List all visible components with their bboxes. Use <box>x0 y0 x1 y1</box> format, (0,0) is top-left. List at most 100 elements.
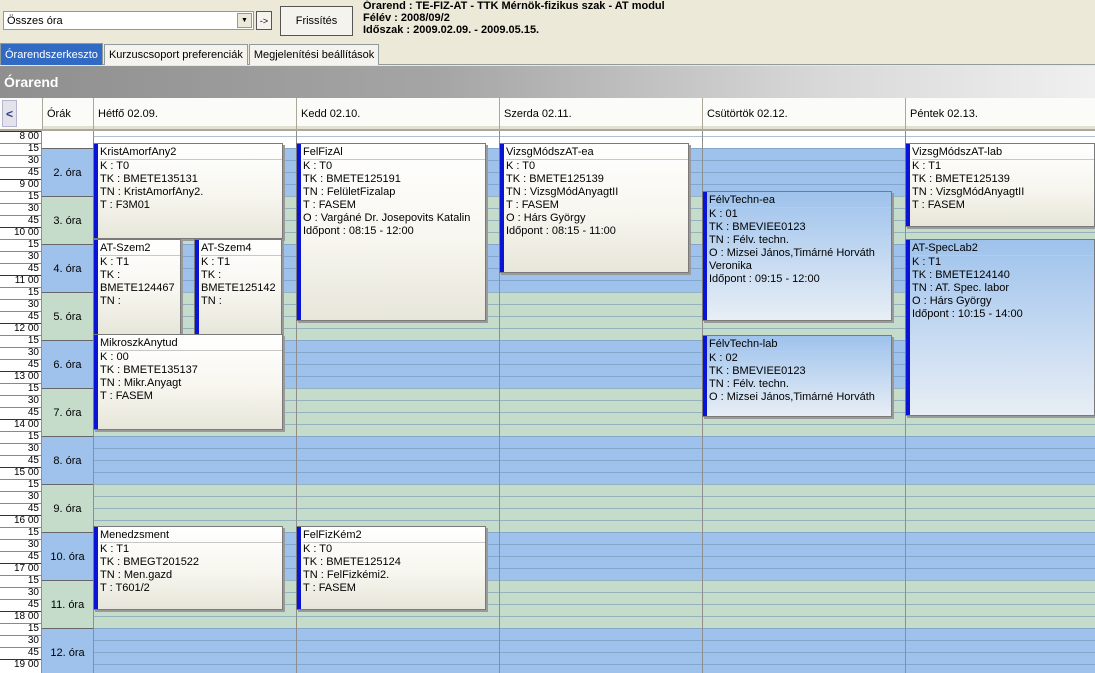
event-marker <box>94 335 98 429</box>
event-detail: TK : BMETE125124 <box>303 556 401 568</box>
event-detail: O : Vargáné Dr. Josepovits Katalin <box>303 212 471 224</box>
filter-dropdown[interactable]: Összes óra ▼ <box>3 11 254 30</box>
event-detail: T : FASEM <box>100 390 153 402</box>
lesson-label: 9. óra <box>42 484 93 532</box>
day-header-wednesday: Szerda 02.11. <box>499 98 702 129</box>
slot-line <box>94 628 1095 629</box>
tab-timetable-editor[interactable]: Órarendszerkeszto <box>0 43 103 65</box>
time-label: 9 00 <box>0 179 41 191</box>
event-card[interactable]: FélvTechn-lab K : 02 TK : BMEVIEE0123 TN : … <box>702 335 892 417</box>
time-label: 15 <box>0 623 41 635</box>
event-title: AT-Szem4 <box>201 240 281 256</box>
slot-line <box>94 496 1095 497</box>
event-detail: TN : <box>100 295 121 307</box>
event-marker <box>94 527 98 609</box>
event-marker <box>500 144 504 272</box>
event-detail: K : T1 <box>100 256 130 268</box>
event-detail: K : T0 <box>303 543 333 555</box>
time-label: 45 <box>0 359 41 371</box>
event-marker <box>297 527 301 609</box>
time-label: 45 <box>0 599 41 611</box>
event-title: FélvTechn-ea <box>709 192 891 208</box>
event-card[interactable]: FelFizAl K : T0 TK : BMETE125191 TN : Felül… <box>296 143 486 321</box>
event-detail: TK : <box>201 269 222 281</box>
event-card[interactable]: Menedzsment K : T1 TK : BMEGT201522 TN : Me… <box>93 526 283 610</box>
grid-header: < Órák Hétfő 02.09. Kedd 02.10. Szerda 0… <box>0 98 1095 131</box>
event-card[interactable]: AT-Szem4 K : T1 TK : BMETE125142 TN : <box>194 239 282 335</box>
event-card[interactable]: KristAmorfAny2 K : T0 TK : BMETE135131 TN :… <box>93 143 283 239</box>
event-detail: TK : BMETE135131 <box>100 173 198 185</box>
event-card[interactable]: AT-Szem2 K : T1 TK : BMETE124467 TN : <box>93 239 181 335</box>
event-detail: TN : <box>201 295 222 307</box>
time-label: 15 <box>0 143 41 155</box>
event-detail: T : T601/2 <box>100 582 150 594</box>
time-label: 15 <box>0 383 41 395</box>
toolbar: Összes óra ▼ -> Frissítés Órarend : TE-F… <box>0 0 1095 42</box>
time-label: 18 00 <box>0 611 41 623</box>
slot-line <box>94 652 1095 653</box>
event-marker <box>297 144 301 320</box>
event-detail: K : T0 <box>100 160 130 172</box>
time-label: 45 <box>0 455 41 467</box>
event-marker <box>94 144 98 238</box>
timetable-info: Órarend : TE-FIZ-AT - TTK Mérnök-fizikus… <box>363 0 665 36</box>
time-label: 19 00 <box>0 659 41 671</box>
time-label: 45 <box>0 263 41 275</box>
time-label: 15 <box>0 335 41 347</box>
event-detail: Veronika <box>709 260 752 272</box>
tab-display-settings[interactable]: Megjelenítési beállítások <box>248 44 380 65</box>
lesson-label: 3. óra <box>42 196 93 244</box>
event-card[interactable]: VizsgMódszAT-ea K : T0 TK : BMETE125139 TN … <box>499 143 689 273</box>
time-label: 45 <box>0 215 41 227</box>
event-detail: TK : <box>100 269 121 281</box>
filter-value: Összes óra <box>7 14 63 27</box>
event-card[interactable]: MikroszkAnytud K : 00 TK : BMETE135137 TN :… <box>93 334 283 430</box>
event-card[interactable]: AT-SpecLab2 K : T1 TK : BMETE124140 TN : AT… <box>905 239 1095 416</box>
event-title: AT-SpecLab2 <box>912 240 1094 256</box>
lesson-label: 6. óra <box>42 340 93 388</box>
tab-bar: Órarendszerkeszto Kurzuscsoport preferen… <box>0 43 1095 65</box>
lesson-label: 8. óra <box>42 436 93 484</box>
slot-line <box>94 664 1095 665</box>
event-detail: K : T0 <box>506 160 536 172</box>
event-marker <box>195 240 199 334</box>
time-label: 30 <box>0 587 41 599</box>
time-label: 30 <box>0 251 41 263</box>
slot-line <box>94 520 1095 521</box>
time-label: 30 <box>0 539 41 551</box>
chevron-down-icon[interactable]: ▼ <box>237 13 252 28</box>
event-title: MikroszkAnytud <box>100 335 282 351</box>
event-detail: TN : Men.gazd <box>100 569 173 581</box>
event-card[interactable]: FelFizKém2 K : T0 TK : BMETE125124 TN : Fel… <box>296 526 486 610</box>
time-label: 14 00 <box>0 419 41 431</box>
lesson-label: 10. óra <box>42 532 93 580</box>
event-card[interactable]: FélvTechn-ea K : 01 TK : BMEVIEE0123 TN : F… <box>702 191 892 321</box>
event-title: AT-Szem2 <box>100 240 180 256</box>
event-detail: TN : Mikr.Anyagt <box>100 377 182 389</box>
day-header-tuesday: Kedd 02.10. <box>296 98 499 129</box>
time-label: 15 <box>0 527 41 539</box>
refresh-button[interactable]: Frissítés <box>280 6 353 36</box>
column-divider <box>41 131 42 673</box>
event-detail: Időpont : 10:15 - 14:00 <box>912 308 1023 320</box>
time-label: 13 00 <box>0 371 41 383</box>
slot-line <box>94 136 1095 137</box>
tab-course-group-preferences[interactable]: Kurzuscsoport preferenciák <box>103 44 248 65</box>
go-button[interactable]: -> <box>256 11 272 30</box>
event-detail: O : Hárs György <box>912 295 992 307</box>
time-label: 15 <box>0 191 41 203</box>
time-label: 45 <box>0 407 41 419</box>
lesson-label: 11. óra <box>42 580 93 628</box>
event-marker <box>703 192 707 320</box>
section-title: Órarend <box>0 66 1095 98</box>
day-header-monday: Hétfő 02.09. <box>93 98 296 129</box>
time-label: 15 <box>0 575 41 587</box>
scroll-left-button[interactable]: < <box>2 100 17 127</box>
event-detail: Időpont : 08:15 - 11:00 <box>506 225 616 237</box>
event-detail: TK : BMETE124140 <box>912 269 1010 281</box>
event-marker <box>703 336 707 416</box>
event-title: VizsgMódszAT-lab <box>912 144 1094 160</box>
event-detail: TN : VizsgMódAnyagtII <box>912 186 1025 198</box>
time-label: 30 <box>0 347 41 359</box>
event-card[interactable]: VizsgMódszAT-lab K : T1 TK : BMETE125139 TN… <box>905 143 1095 227</box>
